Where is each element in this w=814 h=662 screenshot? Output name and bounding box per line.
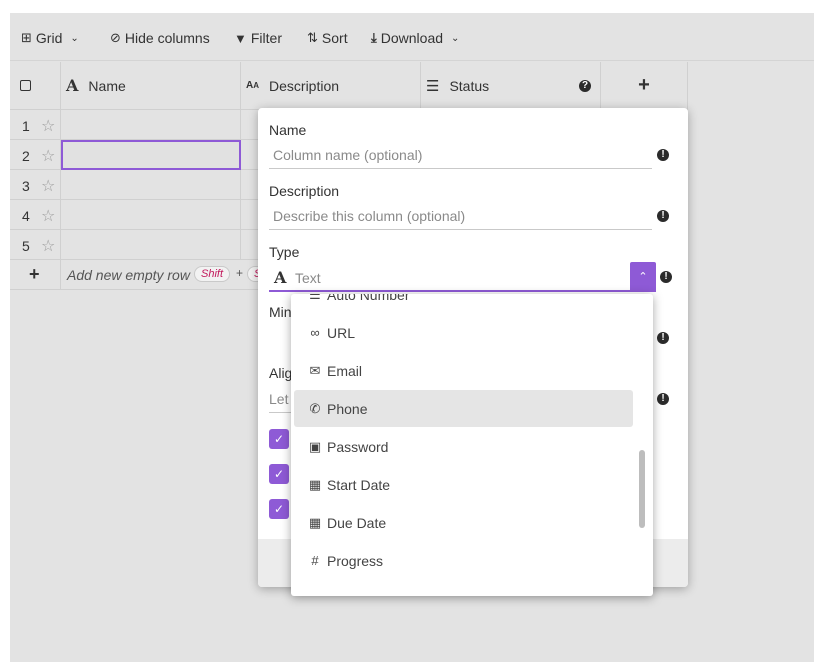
shortcut-badge: Shift xyxy=(194,266,231,282)
hide-columns-label: Hide columns xyxy=(124,30,210,46)
sort-button[interactable]: ⇅ Sort xyxy=(307,29,348,47)
sort-icon: ⇅ xyxy=(307,30,318,45)
selected-grid-cell[interactable] xyxy=(61,140,241,170)
type-option-email[interactable]: ✉ Email xyxy=(294,352,633,389)
info-icon: ! xyxy=(660,271,672,283)
add-row-label[interactable]: Add new empty row xyxy=(67,267,190,283)
filter-button[interactable]: ▼ Filter xyxy=(234,29,282,47)
column-header-label: Name xyxy=(88,77,126,94)
help-icon[interactable]: ? xyxy=(579,80,591,92)
list-icon: ☰ xyxy=(426,77,440,95)
long-text-type-icon: AA xyxy=(246,80,260,91)
type-option-label: Auto Number xyxy=(327,294,410,303)
column-header-name[interactable]: A Name xyxy=(61,62,241,110)
text-type-icon: A xyxy=(274,268,287,287)
info-icon: ! xyxy=(657,149,669,161)
type-select[interactable]: A Text ⌃ xyxy=(269,262,656,292)
add-row-bar[interactable]: + Add new empty row Shift + S xyxy=(10,260,269,290)
type-option-label: Due Date xyxy=(327,514,387,531)
hash-icon: # xyxy=(311,553,319,568)
row-header-cell xyxy=(10,260,61,290)
grid-cell[interactable] xyxy=(61,170,241,200)
description-input[interactable]: Describe this column (optional) xyxy=(269,202,652,230)
type-option-phone[interactable]: ✆ Phone xyxy=(294,390,633,427)
info-icon: ! xyxy=(657,210,669,222)
column-header-status[interactable]: ☰ Status ? xyxy=(421,62,601,110)
column-header-description[interactable]: AA Description xyxy=(241,62,421,110)
dropdown-scroll-track[interactable] xyxy=(639,298,645,592)
grid-view-button[interactable]: ⊞ Grid ⌄ xyxy=(21,29,79,47)
link-icon: ∞ xyxy=(310,325,320,340)
row-header-cell xyxy=(10,140,61,170)
type-option-password[interactable]: ▣ Password xyxy=(294,428,633,465)
type-option-label: URL xyxy=(327,324,356,341)
alignment-field-label: Alig xyxy=(269,365,293,381)
type-option-due-date[interactable]: ▦ Due Date xyxy=(294,504,633,541)
type-option-start-date[interactable]: ▦ Start Date xyxy=(294,466,633,503)
download-button[interactable]: ⤓ Download ⌄ xyxy=(371,29,459,47)
eye-slash-icon: ⊘ xyxy=(110,30,121,45)
toolbar: ⊞ Grid ⌄ ⊘ Hide columns ▼ Filter ⇅ Sort … xyxy=(10,13,814,61)
add-column-button[interactable]: + xyxy=(601,62,688,110)
select-all-header xyxy=(10,62,61,110)
hide-columns-button[interactable]: ⊘ Hide columns xyxy=(110,29,210,47)
column-header-label: Status xyxy=(449,77,490,94)
type-option-label: Email xyxy=(327,362,363,379)
chevron-up-icon[interactable]: ⌃ xyxy=(630,262,656,292)
type-option-progress[interactable]: # Progress xyxy=(294,542,633,579)
filter-icon: ▼ xyxy=(234,30,247,46)
calendar-icon: ▦ xyxy=(308,514,322,530)
type-dropdown-list: ☰ Auto Number ∞ URL ✉ Email ✆ Phone ▣ Pa… xyxy=(291,294,653,596)
name-input[interactable]: Column name (optional) xyxy=(269,141,652,169)
option-checkbox[interactable]: ✓ xyxy=(269,499,289,519)
grid-cell[interactable] xyxy=(61,110,241,140)
name-field-label: Name xyxy=(269,122,307,138)
type-option-label: Phone xyxy=(327,400,368,417)
lock-icon: ▣ xyxy=(308,438,322,454)
type-option-url[interactable]: ∞ URL xyxy=(294,314,633,351)
grid-cell[interactable] xyxy=(61,230,241,260)
type-field-label: Type xyxy=(269,244,300,260)
info-icon: ! xyxy=(657,393,669,405)
phone-icon: ✆ xyxy=(309,400,321,416)
row-header-cell xyxy=(10,200,61,230)
download-icon: ⤓ xyxy=(371,30,377,45)
description-field-label: Description xyxy=(269,183,340,199)
dropdown-scroll-thumb[interactable] xyxy=(639,450,645,528)
select-all-checkbox[interactable] xyxy=(20,80,31,91)
grid-cell[interactable] xyxy=(61,200,241,230)
filter-label: Filter xyxy=(250,30,282,46)
chevron-down-icon: ⌄ xyxy=(70,32,79,44)
min-field-label: Min xyxy=(269,304,292,320)
type-option-label: Password xyxy=(327,438,389,455)
type-option-auto-number[interactable]: ☰ Auto Number xyxy=(294,294,633,313)
row-header-cell xyxy=(10,230,61,260)
type-option-label: Start Date xyxy=(327,476,391,493)
alignment-select-value[interactable]: Let xyxy=(269,391,288,407)
text-type-icon: A xyxy=(66,76,79,95)
table-icon: ⊞ xyxy=(21,30,32,45)
row-header-cell xyxy=(10,110,61,140)
sort-label: Sort xyxy=(321,30,348,46)
option-checkbox[interactable]: ✓ xyxy=(269,464,289,484)
type-select-value: Text xyxy=(295,270,321,286)
option-checkbox[interactable]: ✓ xyxy=(269,429,289,449)
plus-icon: + xyxy=(638,74,650,96)
calendar-icon: ▦ xyxy=(308,476,322,492)
grid-view-label: Grid xyxy=(35,30,63,46)
type-option-label: Progress xyxy=(327,552,384,569)
envelope-icon: ✉ xyxy=(309,362,321,378)
column-header-label: Description xyxy=(269,77,340,94)
chevron-down-icon: ⌄ xyxy=(451,32,460,44)
shortcut-plus: + xyxy=(236,266,244,280)
list-icon: ☰ xyxy=(309,294,321,302)
download-label: Download xyxy=(380,30,444,46)
info-icon: ! xyxy=(657,332,669,344)
row-header-cell xyxy=(10,170,61,200)
